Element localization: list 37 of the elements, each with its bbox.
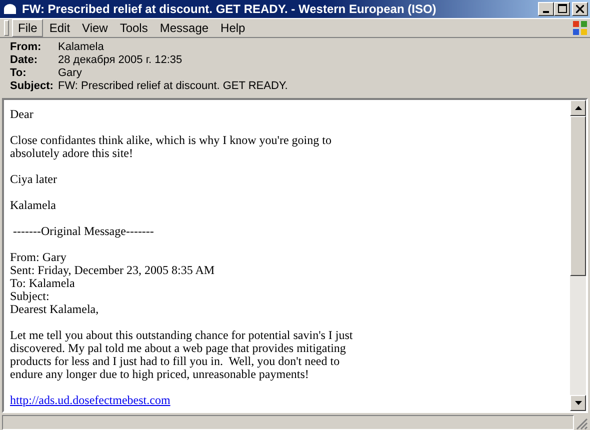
header-label: To:	[10, 66, 28, 80]
header-value: Kalamela	[58, 40, 105, 54]
up-arrow-icon	[574, 106, 582, 110]
menu-item[interactable]: View	[76, 18, 114, 37]
header-label: Subject:	[10, 80, 54, 93]
menu-item[interactable]: Edit	[43, 18, 76, 37]
paragraph: -------Original Message-------	[12, 224, 154, 238]
scroll-thumb[interactable]	[570, 116, 586, 276]
windows-logo-icon	[572, 20, 588, 36]
maximize-icon	[558, 4, 566, 14]
header-value: 28 декабря 2005 г. 12:35	[58, 54, 184, 67]
paragraph: Dear	[10, 106, 34, 121]
paragraph: Kalamela	[10, 198, 56, 212]
menu-item[interactable]: File	[12, 18, 44, 37]
scroll-up-button[interactable]	[570, 100, 586, 116]
down-arrow-icon	[574, 400, 582, 405]
menu-item[interactable]: Message	[154, 18, 215, 37]
resize-grip-icon[interactable]	[574, 416, 588, 430]
paragraph: From: Gary Sent: Friday, December 23, 2005 8:35 AM To: Kalamela Subject: Dearest Kalamela,	[10, 250, 215, 316]
paragraph: Close confidantes think alike, which is why I know you're going to absolutely adore this site!	[10, 132, 332, 160]
maximize-button[interactable]	[554, 2, 570, 16]
paragraph: Ciya later	[10, 172, 57, 186]
link[interactable]: http://ads.ud.dosefectmebest.com	[10, 392, 170, 407]
close-icon	[576, 4, 584, 13]
close-button[interactable]	[572, 2, 588, 16]
window-title: FW: Prescribed relief at discount. GET READY. - Western European (ISO)	[22, 2, 438, 16]
header-value: Gary	[58, 66, 83, 80]
header-label: From:	[10, 40, 42, 54]
header-label: Date:	[10, 54, 39, 67]
scroll-down-button[interactable]	[570, 394, 586, 411]
paragraph: Let me tell you about this outstanding chance for potential savin's I just discovered. My pal told me about a web page that provides mitigating products for less and I just had to fill you in. Well, you don't need to endure any longer due to high priced, unreasonable payments!	[10, 328, 353, 381]
menu-item[interactable]: Tools	[114, 18, 154, 37]
minimize-button[interactable]	[538, 2, 554, 16]
menu-item[interactable]: Help	[214, 18, 252, 37]
scrollbar[interactable]	[570, 100, 586, 411]
header-value: FW: Prescribed relief at discount. GET READY.	[58, 80, 289, 93]
minimize-icon	[543, 10, 549, 13]
